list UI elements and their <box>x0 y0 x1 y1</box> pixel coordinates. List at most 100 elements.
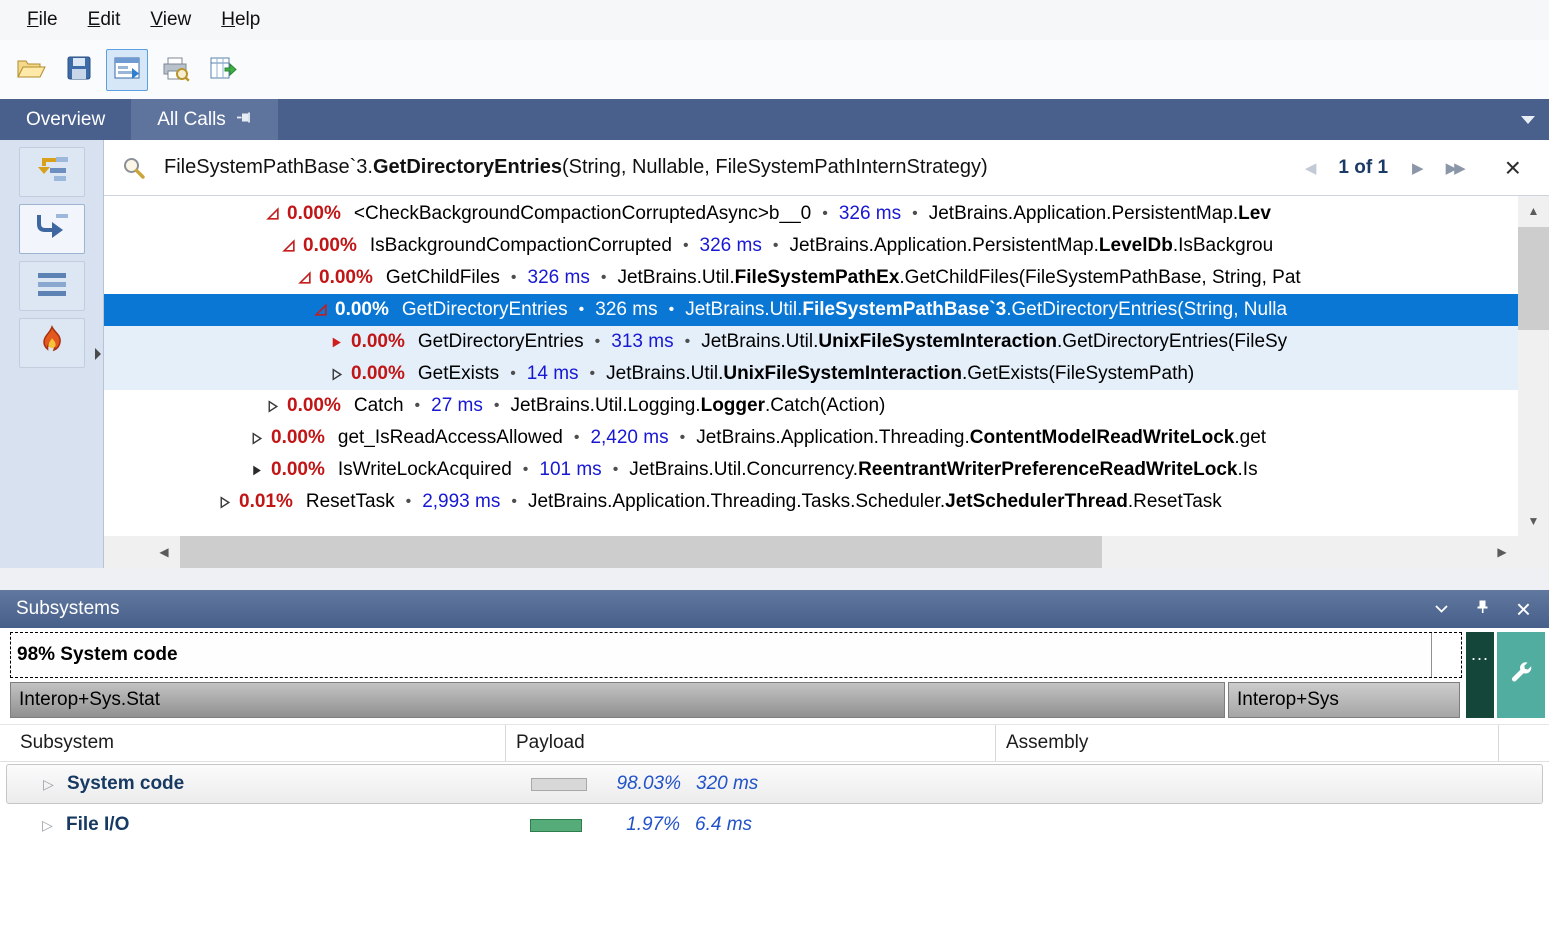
bullet-separator: • <box>773 237 779 255</box>
tab-overview[interactable]: Overview <box>0 99 131 140</box>
tree-row[interactable]: 0.00%IsBackgroundCompactionCorrupted•326… <box>104 230 1518 262</box>
assembly-bar[interactable]: Interop+Sys.Stat <box>10 682 1225 718</box>
menu-edit[interactable]: Edit <box>73 4 136 36</box>
horizontal-scroll-thumb[interactable] <box>180 536 1102 568</box>
time-value: 326 ms <box>595 299 657 321</box>
save-snapshot-button[interactable] <box>58 49 100 91</box>
open-snapshot-button[interactable] <box>10 49 52 91</box>
pin-icon[interactable] <box>236 109 252 131</box>
subsystems-header: Subsystems × <box>0 590 1549 628</box>
method-name: GetExists <box>418 363 499 385</box>
qualified-name: JetBrains.Application.Threading.ContentM… <box>696 427 1266 449</box>
last-result-button[interactable]: ▶▶ <box>1446 159 1463 177</box>
time-value: 14 ms <box>527 363 579 385</box>
subsystem-row[interactable]: ▷File I/O1.97%6.4 ms <box>6 806 1543 846</box>
qualified-name: JetBrains.Util.FileSystemPathEx.GetChild… <box>617 267 1300 289</box>
export-button[interactable] <box>202 49 244 91</box>
bullet-separator: • <box>669 301 675 319</box>
tree-row[interactable]: 0.00%GetChildFiles•326 ms•JetBrains.Util… <box>104 262 1518 294</box>
close-panel-button[interactable]: × <box>1516 600 1531 618</box>
bullet-separator: • <box>601 269 607 287</box>
time-value: 326 ms <box>700 235 762 257</box>
subsystem-name: File I/O <box>66 814 129 836</box>
plain-list-view-button[interactable] <box>19 261 85 311</box>
tree-row[interactable]: 0.00%GetDirectoryEntries•313 ms•JetBrain… <box>104 326 1518 358</box>
hot-path-expander-icon[interactable] <box>298 271 314 285</box>
sidebar-collapse-arrow[interactable] <box>95 348 101 360</box>
menu-help[interactable]: Help <box>206 4 275 36</box>
tree-row[interactable]: 0.00%<CheckBackgroundCompactionCorrupted… <box>104 198 1518 230</box>
qualified-name: JetBrains.Util.UnixFileSystemInteraction… <box>701 331 1287 353</box>
tree-row[interactable]: 0.00%get_IsReadAccessAllowed•2,420 ms•Je… <box>104 422 1518 454</box>
scroll-up-icon[interactable]: ▲ <box>1518 196 1549 226</box>
scroll-left-icon[interactable]: ◀ <box>148 536 180 568</box>
tree-row[interactable]: 0.00%GetExists•14 ms•JetBrains.Util.Unix… <box>104 358 1518 390</box>
menu-bar: FileEditViewHelp <box>0 0 1549 40</box>
percent-label: 0.00% <box>287 395 341 417</box>
back-traces-icon <box>32 211 72 248</box>
next-result-button[interactable]: ▶ <box>1412 159 1424 177</box>
time-value: 101 ms <box>539 459 601 481</box>
column-header-payload[interactable]: Payload <box>505 725 995 761</box>
column-header-subsystem[interactable]: Subsystem <box>0 725 505 761</box>
hot-path-expander-icon[interactable] <box>282 239 298 253</box>
tab-list-chevron-icon[interactable] <box>1521 116 1535 124</box>
pin-panel-icon[interactable] <box>1475 598 1490 620</box>
expander-icon[interactable]: ▷ <box>42 817 53 834</box>
column-header-assembly[interactable]: Assembly <box>995 725 1498 761</box>
expander-icon[interactable]: ▷ <box>43 776 54 793</box>
bullet-separator: • <box>415 397 421 415</box>
system-code-bar[interactable]: 98% System code <box>10 632 1462 678</box>
hot-path-expander-icon[interactable] <box>314 303 330 317</box>
tree-row[interactable]: 0.00%Catch•27 ms•JetBrains.Util.Logging.… <box>104 390 1518 422</box>
tree-row[interactable]: 0.00%GetDirectoryEntries•326 ms•JetBrain… <box>104 294 1518 326</box>
close-search-button[interactable]: × <box>1505 158 1521 178</box>
call-tree-view-button[interactable] <box>19 147 85 197</box>
bullet-separator: • <box>685 333 691 351</box>
bullet-separator: • <box>406 493 412 511</box>
horizontal-scrollbar[interactable]: ◀ ▶ <box>104 536 1518 568</box>
tab-all-calls[interactable]: All Calls <box>131 99 278 140</box>
more-button[interactable]: ... <box>1466 632 1494 718</box>
subsystem-row[interactable]: ▷System code98.03%320 ms <box>6 764 1543 804</box>
menu-file[interactable]: File <box>12 4 73 36</box>
expander-icon[interactable] <box>250 464 266 477</box>
pane-splitter[interactable] <box>0 568 1549 590</box>
scroll-down-icon[interactable]: ▼ <box>1518 506 1549 536</box>
previous-result-button[interactable]: ◀ <box>1305 159 1317 177</box>
vertical-scroll-thumb[interactable] <box>1518 227 1549 330</box>
vertical-scrollbar[interactable]: ▲ ▼ <box>1518 196 1549 536</box>
assembly-bar[interactable]: Interop+Sys <box>1228 682 1460 718</box>
tree-row[interactable]: 0.01%ResetTask•2,993 ms•JetBrains.Applic… <box>104 486 1518 518</box>
tab-all-calls-label: All Calls <box>157 109 226 131</box>
tab-bar: Overview All Calls <box>0 99 1549 140</box>
expander-icon[interactable] <box>330 368 346 381</box>
percent-label: 0.00% <box>351 331 405 353</box>
tree-row[interactable]: 0.00%IsWriteLockAcquired•101 ms•JetBrain… <box>104 454 1518 486</box>
subsystem-settings-button[interactable] <box>1497 632 1545 718</box>
expander-icon[interactable] <box>266 400 282 413</box>
collapse-chevron-icon[interactable] <box>1434 598 1449 620</box>
menu-view[interactable]: View <box>135 4 206 36</box>
expander-icon[interactable] <box>218 496 234 509</box>
expander-icon[interactable] <box>250 432 266 445</box>
scroll-right-icon[interactable]: ▶ <box>1486 536 1518 568</box>
print-preview-button[interactable] <box>154 49 196 91</box>
subsystem-name: System code <box>67 773 184 795</box>
search-navigation: ◀ 1 of 1 ▶ ▶▶ × <box>1305 157 1521 179</box>
hot-path-expander-icon[interactable] <box>266 207 282 221</box>
back-traces-view-button[interactable] <box>19 204 85 254</box>
column-header-spacer <box>1498 725 1549 761</box>
method-name: <CheckBackgroundCompactionCorruptedAsync… <box>354 203 811 225</box>
call-tree-panel: 0.00% <CheckBackgroundCompactionCorrupted… <box>104 196 1518 536</box>
query-match: GetDirectoryEntries <box>373 156 562 178</box>
method-name: get_IsReadAccessAllowed <box>338 427 563 449</box>
payload-time: 320 ms <box>696 773 758 795</box>
hot-spots-flame-icon <box>34 325 70 362</box>
hot-path-expander-icon[interactable] <box>330 336 346 349</box>
hot-spots-view-button[interactable] <box>19 318 85 368</box>
method-name: GetDirectoryEntries <box>402 299 568 321</box>
search-query[interactable]: FileSystemPathBase`3.GetDirectoryEntries… <box>164 156 988 179</box>
time-value: 326 ms <box>528 267 590 289</box>
report-panels-button[interactable] <box>106 49 148 91</box>
